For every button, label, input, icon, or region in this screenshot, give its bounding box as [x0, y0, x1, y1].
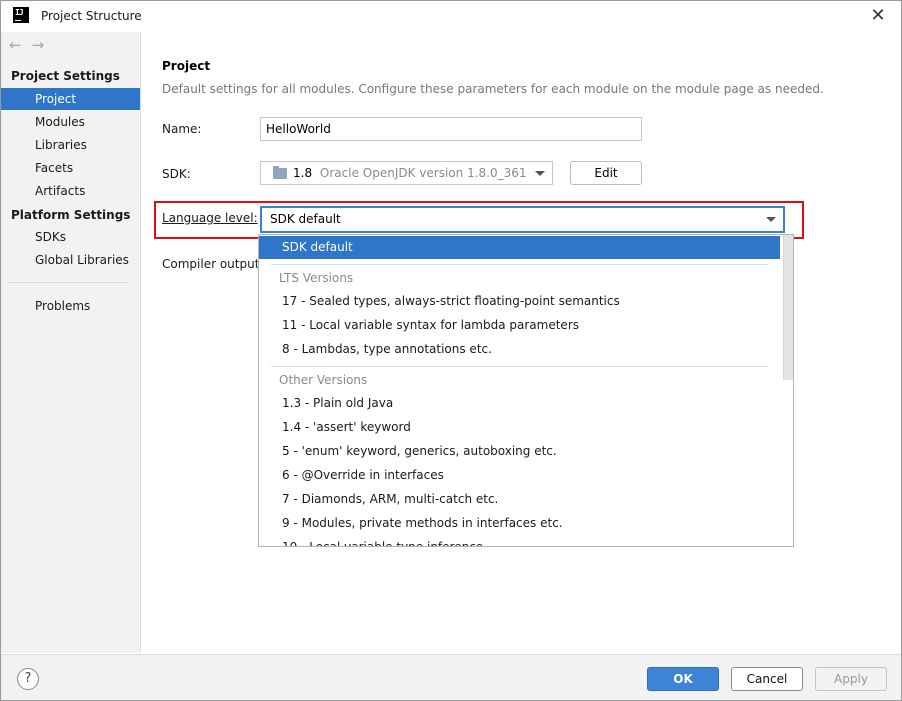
dropdown-scrollbar[interactable]	[783, 235, 793, 380]
dialog-footer: ? OK Cancel Apply	[1, 654, 901, 700]
option-1-3[interactable]: 1.3 - Plain old Java	[259, 392, 780, 415]
sidebar-divider	[9, 282, 127, 283]
option-8[interactable]: 8 - Lambdas, type annotations etc.	[259, 338, 780, 361]
option-17[interactable]: 17 - Sealed types, always-strict floatin…	[259, 290, 780, 313]
option-5[interactable]: 5 - 'enum' keyword, generics, autoboxing…	[259, 440, 780, 463]
dropdown-divider	[271, 264, 768, 265]
language-level-dropdown: SDK default LTS Versions 17 - Sealed typ…	[258, 234, 794, 547]
option-10[interactable]: 10 - Local variable type inference	[259, 536, 780, 546]
project-settings-header: Project Settings	[11, 69, 120, 83]
lts-versions-header: LTS Versions	[279, 271, 354, 285]
chevron-down-icon	[766, 217, 776, 222]
compiler-output-label: Compiler output:	[162, 257, 264, 271]
project-name-field[interactable]: HelloWorld	[260, 117, 642, 141]
platform-settings-header: Platform Settings	[11, 208, 131, 222]
sdk-detail: Oracle OpenJDK version 1.8.0_361	[319, 166, 527, 180]
window-title: Project Structure	[41, 9, 142, 23]
nav-arrows: ← →	[9, 36, 54, 54]
sdk-folder-icon	[273, 166, 287, 179]
cancel-button[interactable]: Cancel	[731, 667, 803, 691]
page-description: Default settings for all modules. Config…	[162, 82, 824, 96]
help-icon[interactable]: ?	[17, 668, 39, 690]
title-bar: IJ Project Structure ✕	[1, 1, 901, 32]
language-level-label: Language level:	[162, 211, 258, 225]
ok-button[interactable]: OK	[647, 667, 719, 691]
option-9[interactable]: 9 - Modules, private methods in interfac…	[259, 512, 780, 535]
other-versions-header: Other Versions	[279, 373, 368, 387]
sidebar-item-modules[interactable]: Modules	[1, 111, 140, 133]
sdk-label: SDK:	[162, 167, 191, 181]
sidebar-item-problems[interactable]: Problems	[1, 295, 140, 317]
sidebar-item-artifacts[interactable]: Artifacts	[1, 180, 140, 202]
forward-arrow-icon[interactable]: →	[32, 36, 45, 54]
page-title: Project	[162, 59, 211, 73]
name-label: Name:	[162, 122, 202, 136]
option-7[interactable]: 7 - Diamonds, ARM, multi-catch etc.	[259, 488, 780, 511]
intellij-app-icon: IJ	[13, 7, 29, 23]
language-level-combobox[interactable]: SDK default	[260, 206, 785, 233]
sidebar-item-sdks[interactable]: SDKs	[1, 226, 140, 248]
apply-button[interactable]: Apply	[815, 667, 887, 691]
dropdown-divider	[271, 366, 768, 367]
sdk-version: 1.8	[293, 166, 313, 180]
sidebar-item-libraries[interactable]: Libraries	[1, 134, 140, 156]
chevron-down-icon	[535, 171, 545, 176]
close-icon[interactable]: ✕	[867, 5, 889, 27]
project-structure-dialog: IJ Project Structure ✕ ← → Project Settin…	[0, 0, 902, 701]
sidebar-item-project[interactable]: Project	[1, 88, 140, 110]
sdk-combobox[interactable]: 1.8 Oracle OpenJDK version 1.8.0_361	[260, 161, 553, 185]
language-level-value: SDK default	[270, 212, 341, 226]
sidebar: ← → Project Settings Project Modules Libr…	[1, 32, 141, 653]
option-6[interactable]: 6 - @Override in interfaces	[259, 464, 780, 487]
option-sdk-default[interactable]: SDK default	[259, 236, 780, 259]
option-11[interactable]: 11 - Local variable syntax for lambda pa…	[259, 314, 780, 337]
sidebar-item-global-libraries[interactable]: Global Libraries	[1, 249, 140, 271]
edit-sdk-button[interactable]: Edit	[570, 161, 642, 185]
option-1-4[interactable]: 1.4 - 'assert' keyword	[259, 416, 780, 439]
sidebar-item-facets[interactable]: Facets	[1, 157, 140, 179]
back-arrow-icon[interactable]: ←	[9, 36, 22, 54]
